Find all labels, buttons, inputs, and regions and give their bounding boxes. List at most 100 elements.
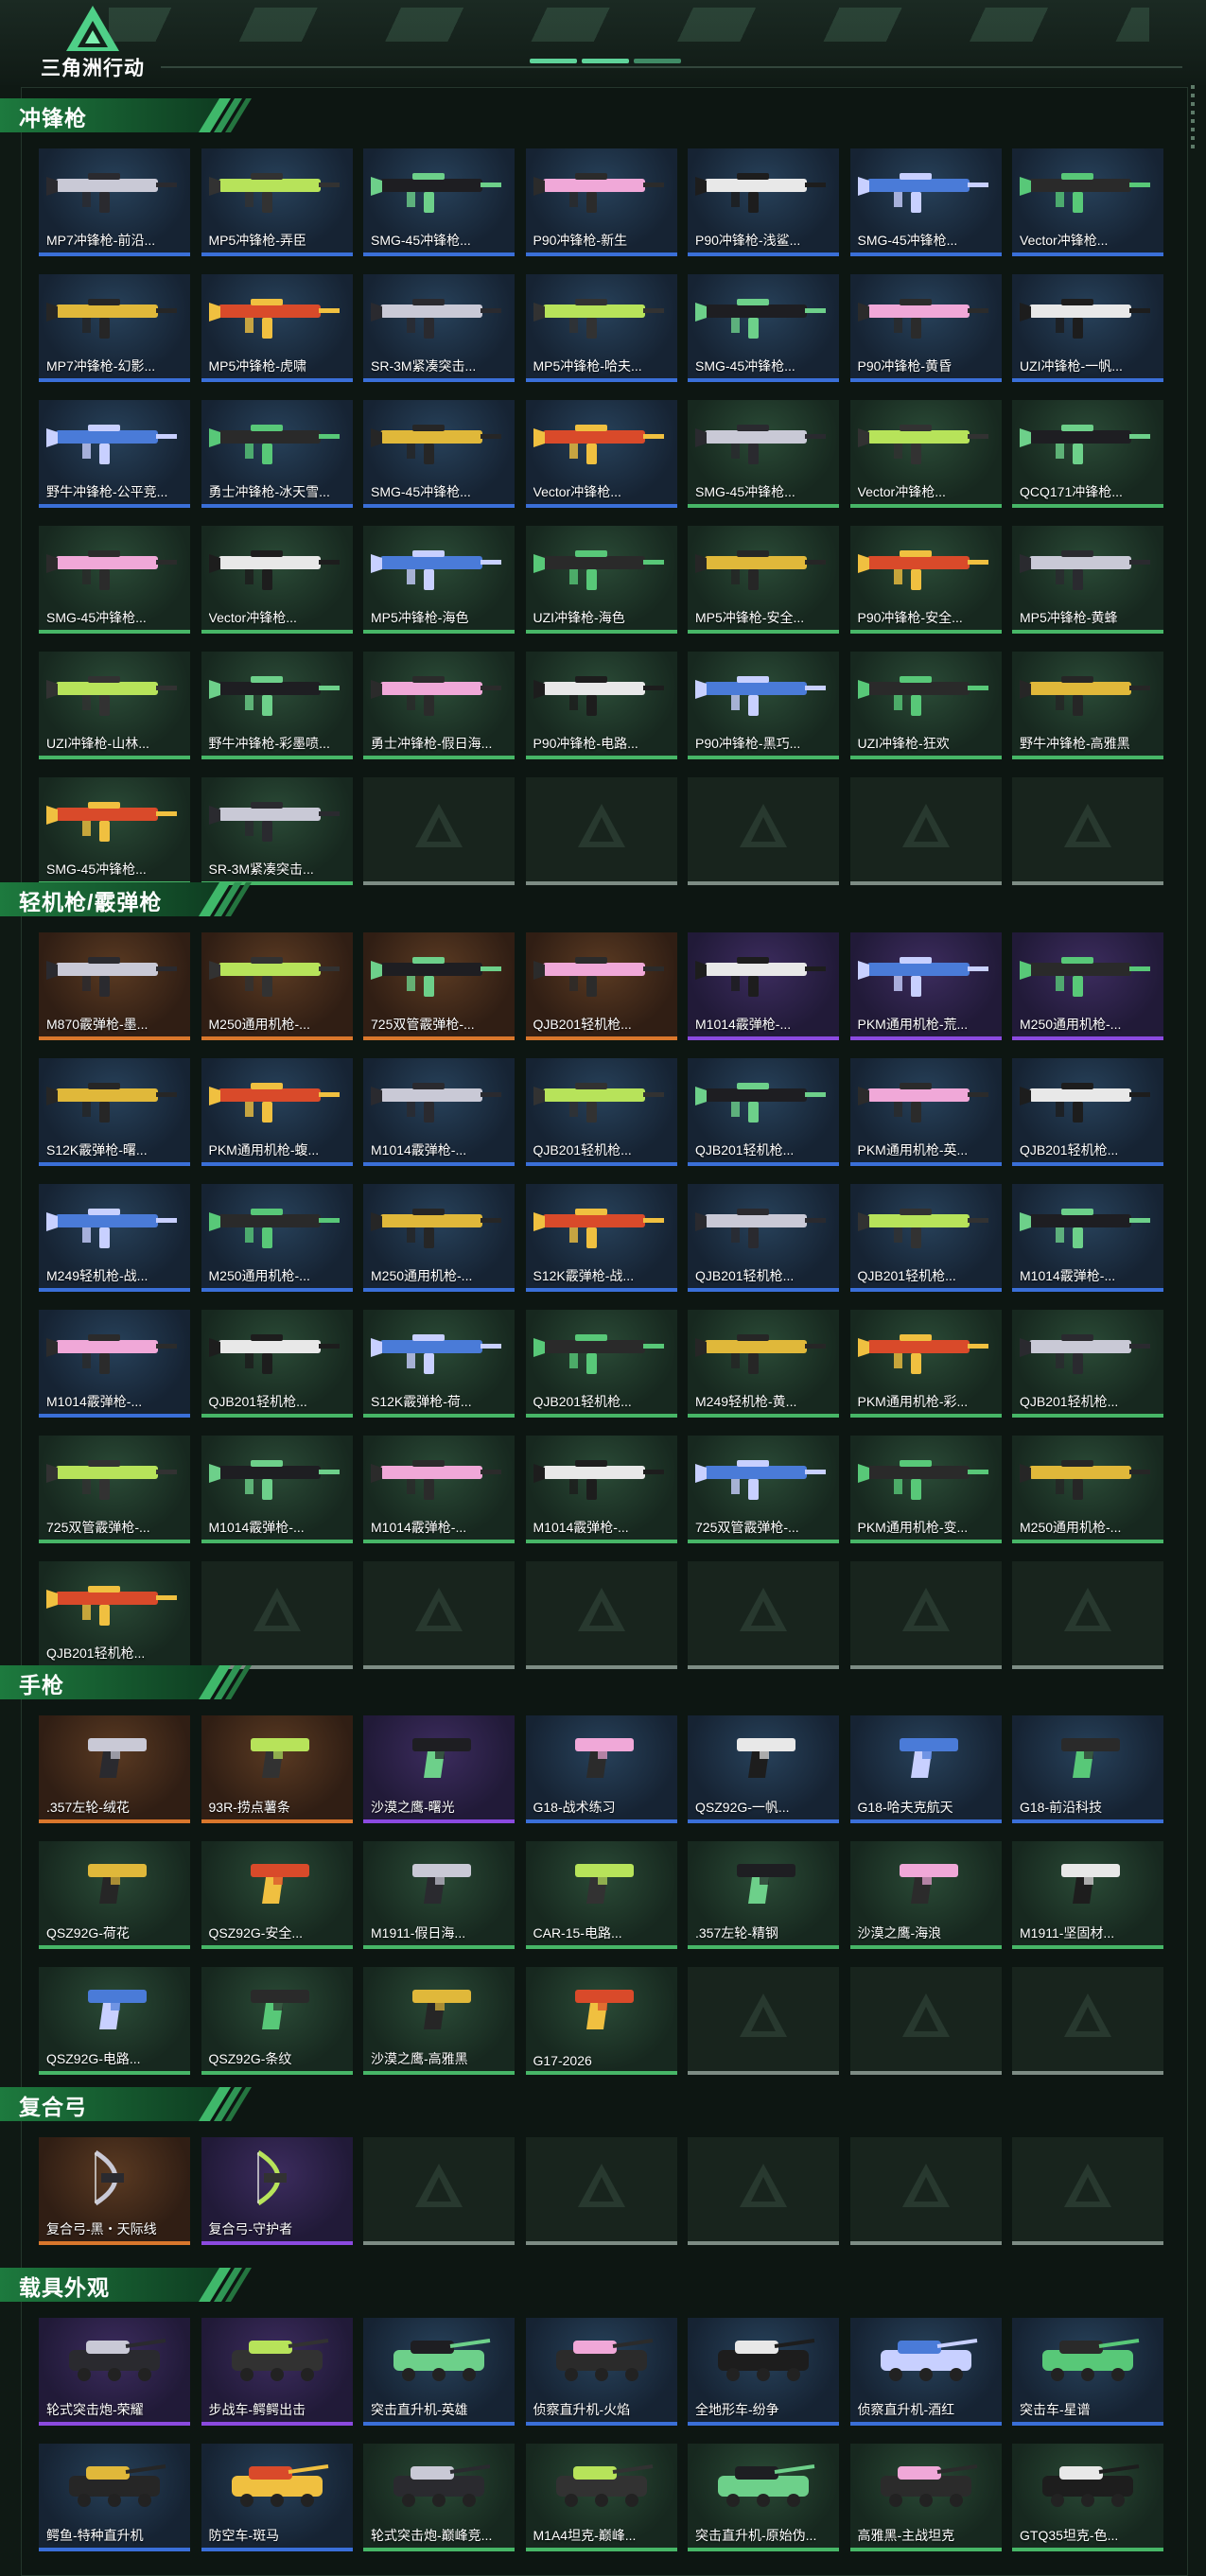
skin-card[interactable]: 沙漠之鹰-海浪 — [849, 1841, 1002, 1949]
skin-card[interactable]: SMG-45冲锋枪... — [363, 400, 515, 508]
skin-card[interactable]: .357左轮-绒花 — [39, 1715, 190, 1823]
skin-card[interactable]: MP7冲锋枪-幻影... — [39, 274, 190, 382]
skin-card[interactable]: P90冲锋枪-新生 — [525, 148, 677, 256]
skin-card[interactable]: 突击车-星谱 — [1012, 2318, 1163, 2426]
skin-card[interactable]: 突击直升机-原始伪... — [688, 2444, 839, 2551]
skin-card[interactable]: MP5冲锋枪-虎啸 — [201, 274, 353, 382]
skin-card[interactable]: 沙漠之鹰-高雅黑 — [363, 1967, 515, 2075]
skin-card[interactable]: QSZ92G-电路... — [39, 1967, 190, 2075]
skin-card[interactable]: 野牛冲锋枪-公平竞... — [39, 400, 190, 508]
skin-card[interactable]: MP5冲锋枪-黄蜂 — [1012, 526, 1163, 634]
skin-card[interactable]: PKM通用机枪-蝮... — [201, 1058, 353, 1166]
skin-card[interactable]: QJB201轻机枪... — [39, 1561, 190, 1669]
skin-card[interactable]: G18-战术练习 — [525, 1715, 677, 1823]
skin-card[interactable]: 轮式突击炮-巅峰竞... — [363, 2444, 515, 2551]
skin-card[interactable]: MP7冲锋枪-前沿... — [39, 148, 190, 256]
skin-card[interactable]: S12K霰弹枪-战... — [525, 1184, 677, 1292]
skin-card[interactable]: 725双管霰弹枪-... — [363, 932, 515, 1040]
skin-card[interactable]: PKM通用机枪-变... — [849, 1436, 1002, 1543]
skin-card[interactable]: UZI冲锋枪-海色 — [525, 526, 677, 634]
skin-card[interactable]: 防空车-斑马 — [201, 2444, 353, 2551]
skin-card[interactable]: M1911-坚固材... — [1012, 1841, 1163, 1949]
skin-card[interactable]: QJB201轻机枪... — [525, 1310, 677, 1418]
skin-card[interactable]: 野牛冲锋枪-彩墨喷... — [201, 652, 353, 759]
skin-card[interactable]: M1A4坦克-巅峰... — [525, 2444, 677, 2551]
skin-card[interactable]: QJB201轻机枪... — [688, 1184, 839, 1292]
skin-card[interactable]: M870霰弹枪-墨... — [39, 932, 190, 1040]
skin-card[interactable]: UZI冲锋枪-狂欢 — [849, 652, 1002, 759]
skin-card[interactable]: PKM通用机枪-荒... — [849, 932, 1002, 1040]
skin-card[interactable]: UZI冲锋枪-山林... — [39, 652, 190, 759]
skin-card[interactable]: 侦察直升机-火焰 — [525, 2318, 677, 2426]
skin-card[interactable]: M1014霰弹枪-... — [201, 1436, 353, 1543]
skin-card[interactable]: S12K霰弹枪-曙... — [39, 1058, 190, 1166]
skin-card[interactable]: QJB201轻机枪... — [1012, 1310, 1163, 1418]
skin-card[interactable]: MP5冲锋枪-海色 — [363, 526, 515, 634]
skin-card[interactable]: QJB201轻机枪... — [1012, 1058, 1163, 1166]
skin-card[interactable]: SR-3M紧凑突击... — [363, 274, 515, 382]
skin-card[interactable]: 全地形车-纷争 — [688, 2318, 839, 2426]
skin-card[interactable]: 725双管霰弹枪-... — [39, 1436, 190, 1543]
skin-card[interactable]: SMG-45冲锋枪... — [39, 526, 190, 634]
skin-card[interactable]: M1014霰弹枪-... — [363, 1058, 515, 1166]
skin-card[interactable]: M249轻机枪-黄... — [688, 1310, 839, 1418]
skin-card[interactable]: M249轻机枪-战... — [39, 1184, 190, 1292]
skin-card[interactable]: G17-2026 — [525, 1967, 677, 2075]
skin-card[interactable]: SMG-45冲锋枪... — [688, 274, 839, 382]
skin-card[interactable]: .357左轮-精钢 — [688, 1841, 839, 1949]
skin-card[interactable]: S12K霰弹枪-荷... — [363, 1310, 515, 1418]
skin-card[interactable]: QSZ92G-条纹 — [201, 1967, 353, 2075]
skin-card[interactable]: QJB201轻机枪... — [688, 1058, 839, 1166]
skin-card[interactable]: 勇士冲锋枪-假日海... — [363, 652, 515, 759]
skin-card[interactable]: P90冲锋枪-黑巧... — [688, 652, 839, 759]
skin-card[interactable]: 勇士冲锋枪-冰天雪... — [201, 400, 353, 508]
skin-card[interactable]: M1014霰弹枪-... — [363, 1436, 515, 1543]
skin-card[interactable]: QJB201轻机枪... — [849, 1184, 1002, 1292]
skin-card[interactable]: P90冲锋枪-浅鲨... — [688, 148, 839, 256]
skin-card[interactable]: M1014霰弹枪-... — [525, 1436, 677, 1543]
skin-card[interactable]: G18-哈夫克航天 — [849, 1715, 1002, 1823]
skin-card[interactable]: 野牛冲锋枪-高雅黑 — [1012, 652, 1163, 759]
skin-card[interactable]: UZI冲锋枪-一帆... — [1012, 274, 1163, 382]
skin-card[interactable]: 沙漠之鹰-曙光 — [363, 1715, 515, 1823]
skin-card[interactable]: P90冲锋枪-安全... — [849, 526, 1002, 634]
skin-card[interactable]: 轮式突击炮-荣耀 — [39, 2318, 190, 2426]
skin-card[interactable]: M1911-假日海... — [363, 1841, 515, 1949]
skin-card[interactable]: 步战车-鳄鳄出击 — [201, 2318, 353, 2426]
skin-card[interactable]: QSZ92G-荷花 — [39, 1841, 190, 1949]
skin-card[interactable]: MP5冲锋枪-哈夫... — [525, 274, 677, 382]
skin-card[interactable]: M250通用机枪-... — [201, 932, 353, 1040]
skin-card[interactable]: QJB201轻机枪... — [525, 932, 677, 1040]
skin-card[interactable]: QCQ171冲锋枪... — [1012, 400, 1163, 508]
skin-card[interactable]: 93R-捞点薯条 — [201, 1715, 353, 1823]
skin-card[interactable]: Vector冲锋枪... — [525, 400, 677, 508]
skin-card[interactable]: 725双管霰弹枪-... — [688, 1436, 839, 1543]
skin-card[interactable]: 高雅黑-主战坦克 — [849, 2444, 1002, 2551]
skin-card[interactable]: QJB201轻机枪... — [201, 1310, 353, 1418]
skin-card[interactable]: PKM通用机枪-彩... — [849, 1310, 1002, 1418]
skin-card[interactable]: SR-3M紧凑突击... — [201, 777, 353, 885]
scroll-indicator[interactable] — [1191, 85, 1195, 151]
skin-card[interactable]: M1014霰弹枪-... — [688, 932, 839, 1040]
skin-card[interactable]: P90冲锋枪-电路... — [525, 652, 677, 759]
skin-card[interactable]: GTQ35坦克-色... — [1012, 2444, 1163, 2551]
skin-card[interactable]: QSZ92G-一帆... — [688, 1715, 839, 1823]
skin-card[interactable]: QJB201轻机枪... — [525, 1058, 677, 1166]
skin-card[interactable]: M250通用机枪-... — [363, 1184, 515, 1292]
skin-card[interactable]: PKM通用机枪-英... — [849, 1058, 1002, 1166]
skin-card[interactable]: SMG-45冲锋枪... — [39, 777, 190, 885]
skin-card[interactable]: CAR-15-电路... — [525, 1841, 677, 1949]
skin-card[interactable]: M1014霰弹枪-... — [39, 1310, 190, 1418]
skin-card[interactable]: 复合弓-黑・天际线 — [39, 2137, 190, 2245]
skin-card[interactable]: MP5冲锋枪-安全... — [688, 526, 839, 634]
skin-card[interactable]: QSZ92G-安全... — [201, 1841, 353, 1949]
skin-card[interactable]: Vector冲锋枪... — [1012, 148, 1163, 256]
skin-card[interactable]: SMG-45冲锋枪... — [688, 400, 839, 508]
skin-card[interactable]: 侦察直升机-酒红 — [849, 2318, 1002, 2426]
skin-card[interactable]: P90冲锋枪-黄昏 — [849, 274, 1002, 382]
skin-card[interactable]: M250通用机枪-... — [1012, 1436, 1163, 1543]
skin-card[interactable]: SMG-45冲锋枪... — [849, 148, 1002, 256]
skin-card[interactable]: MP5冲锋枪-弄臣 — [201, 148, 353, 256]
skin-card[interactable]: 突击直升机-英雄 — [363, 2318, 515, 2426]
skin-card[interactable]: M250通用机枪-... — [1012, 932, 1163, 1040]
